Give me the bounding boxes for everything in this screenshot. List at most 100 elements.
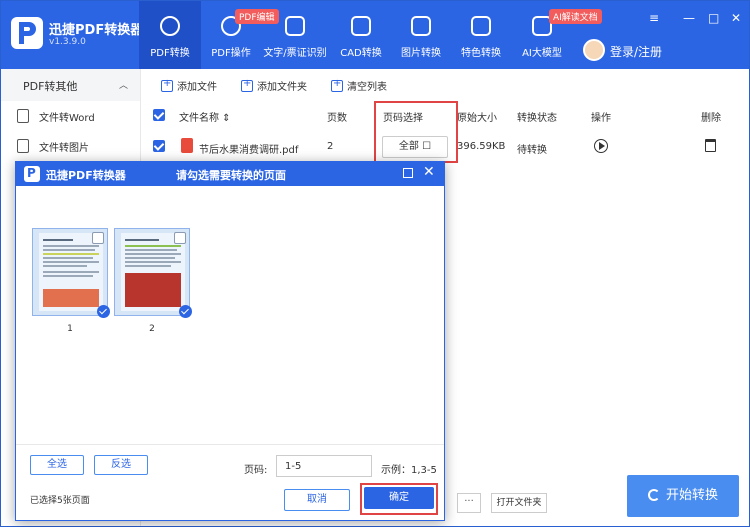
chevron-up-icon: ︿ xyxy=(119,81,129,91)
sidebar-item-label: 文件转Word xyxy=(39,113,95,124)
check-icon[interactable] xyxy=(179,305,192,318)
fruit-photo xyxy=(125,273,181,307)
table-header: 文件名称 ⇕ 页数 页码选择 原始大小 转换状态 操作 删除 xyxy=(141,101,749,129)
chart-thumbnail xyxy=(43,289,99,307)
app-window: 迅捷PDF转换器 v1.3.9.0 PDF转换 PDF操作 PDF编辑 文字/票… xyxy=(0,0,750,527)
open-folder-button[interactable]: 打开文件夹 xyxy=(491,493,547,513)
nav-label: 文字/票证识别 xyxy=(263,48,327,59)
confirm-highlight xyxy=(360,483,438,515)
column-action: 操作 xyxy=(591,113,611,124)
column-pages: 页数 xyxy=(327,113,347,124)
select-all-checkbox[interactable] xyxy=(153,109,165,121)
add-folder-label: 添加文件夹 xyxy=(257,82,307,93)
column-filename[interactable]: 文件名称 ⇕ xyxy=(179,109,231,124)
page-thumbnail-1[interactable] xyxy=(32,228,110,318)
app-logo-icon xyxy=(24,166,40,182)
image-file-icon xyxy=(17,139,29,153)
nav-label: PDF操作 xyxy=(211,48,251,59)
page-preview xyxy=(39,233,103,311)
zoom-icon[interactable] xyxy=(174,232,186,244)
refresh-icon xyxy=(647,489,660,501)
dialog-title: 请勾选需要转换的页面 xyxy=(176,169,286,182)
clear-icon xyxy=(331,78,343,92)
toolbar: 添加文件 添加文件夹 清空列表 xyxy=(141,69,749,101)
page-select-button[interactable]: 全部 ☐ xyxy=(382,136,448,158)
star-icon xyxy=(471,16,491,36)
check-icon[interactable] xyxy=(97,305,110,318)
app-name: 迅捷PDF转换器 xyxy=(49,23,144,38)
app-logo-icon xyxy=(11,17,43,49)
row-size: 396.59KB xyxy=(457,141,506,152)
page-number-2: 2 xyxy=(149,324,155,334)
add-file-button[interactable]: 添加文件 xyxy=(161,78,217,94)
nav-label: 图片转换 xyxy=(401,48,441,59)
nav-label: PDF转换 xyxy=(150,48,190,59)
minimize-icon[interactable]: — xyxy=(683,11,695,25)
row-pages: 2 xyxy=(327,141,334,152)
nav-cad[interactable]: CAD转换 xyxy=(331,1,391,69)
brand: 迅捷PDF转换器 v1.3.9.0 xyxy=(11,15,143,55)
cad-icon xyxy=(351,16,371,36)
ai-doc-badge: AI解读文档 xyxy=(549,9,602,24)
menu-icon[interactable]: ≡ xyxy=(649,11,659,25)
clear-list-button[interactable]: 清空列表 xyxy=(331,78,387,94)
pdf-file-icon xyxy=(181,138,193,153)
start-convert-label: 开始转换 xyxy=(665,488,718,503)
table-row: 节后水果消费调研.pdf 2 全部 ☐ 396.59KB 待转换 xyxy=(141,131,749,161)
maximize-icon[interactable] xyxy=(403,168,413,178)
nav-label: AI大模型 xyxy=(522,48,562,59)
nav-special[interactable]: 特色转换 xyxy=(451,1,511,69)
top-bar: 迅捷PDF转换器 v1.3.9.0 PDF转换 PDF操作 PDF编辑 文字/票… xyxy=(1,1,749,69)
sidebar-header[interactable]: PDF转其他 ︿ xyxy=(1,69,140,101)
page-select-dialog: 迅捷PDF转换器 请勾选需要转换的页面 ✕ 1 xyxy=(15,161,445,521)
add-file-label: 添加文件 xyxy=(177,82,217,93)
nav-label: 特色转换 xyxy=(461,48,501,59)
page-range-label: 页码: xyxy=(244,465,268,476)
close-icon[interactable]: ✕ xyxy=(423,164,435,180)
invert-selection-button[interactable]: 反选 xyxy=(94,455,148,475)
page-number-1: 1 xyxy=(67,324,73,334)
start-convert-button[interactable]: 开始转换 xyxy=(627,475,739,517)
dialog-footer: 全选 反选 页码: 示例：1,3-5 已选择5张页面 取消 确定 xyxy=(16,444,444,520)
select-all-button[interactable]: 全选 xyxy=(30,455,84,475)
selected-count-text: 已选择5张页面 xyxy=(30,496,90,506)
add-folder-button[interactable]: 添加文件夹 xyxy=(241,78,307,94)
nav-image[interactable]: 图片转换 xyxy=(391,1,451,69)
row-status: 待转换 xyxy=(517,145,547,156)
browse-output-button[interactable]: ··· xyxy=(457,493,481,513)
ocr-icon xyxy=(285,16,305,36)
close-icon[interactable]: ✕ xyxy=(731,11,741,25)
login-register-link[interactable]: 登录/注册 xyxy=(610,43,662,60)
sidebar-item-word[interactable]: 文件转Word xyxy=(1,101,140,131)
avatar xyxy=(583,39,605,61)
dialog-app-name: 迅捷PDF转换器 xyxy=(46,169,126,182)
page-thumbnail-2[interactable] xyxy=(114,228,192,318)
cancel-button[interactable]: 取消 xyxy=(284,489,350,511)
page-preview xyxy=(121,233,185,311)
column-delete: 删除 xyxy=(701,113,721,124)
trash-icon[interactable] xyxy=(705,139,716,152)
column-status: 转换状态 xyxy=(517,113,557,124)
sidebar-header-label: PDF转其他 xyxy=(23,80,78,93)
clear-list-label: 清空列表 xyxy=(347,82,387,93)
row-filename: 节后水果消费调研.pdf xyxy=(199,145,299,156)
page-range-input[interactable] xyxy=(276,455,372,477)
pdf-convert-icon xyxy=(160,16,180,36)
nav-label: CAD转换 xyxy=(340,48,382,59)
nav-pdf-convert[interactable]: PDF转换 xyxy=(139,1,201,69)
column-page-select: 页码选择 xyxy=(383,113,423,124)
add-folder-icon xyxy=(241,78,253,92)
maximize-icon[interactable]: □ xyxy=(708,11,719,25)
column-size: 原始大小 xyxy=(457,113,497,124)
sidebar-item-label: 文件转图片 xyxy=(39,143,89,154)
add-file-icon xyxy=(161,78,173,92)
page-range-example: 示例：1,3-5 xyxy=(381,465,437,476)
sidebar-item-image[interactable]: 文件转图片 xyxy=(1,131,140,161)
word-icon xyxy=(17,109,29,123)
nav-ocr[interactable]: 文字/票证识别 xyxy=(261,1,329,69)
app-version: v1.3.9.0 xyxy=(49,37,86,47)
row-checkbox[interactable] xyxy=(153,140,165,152)
play-icon[interactable] xyxy=(594,139,608,153)
dialog-titlebar: 迅捷PDF转换器 请勾选需要转换的页面 ✕ xyxy=(16,162,444,186)
zoom-icon[interactable] xyxy=(92,232,104,244)
